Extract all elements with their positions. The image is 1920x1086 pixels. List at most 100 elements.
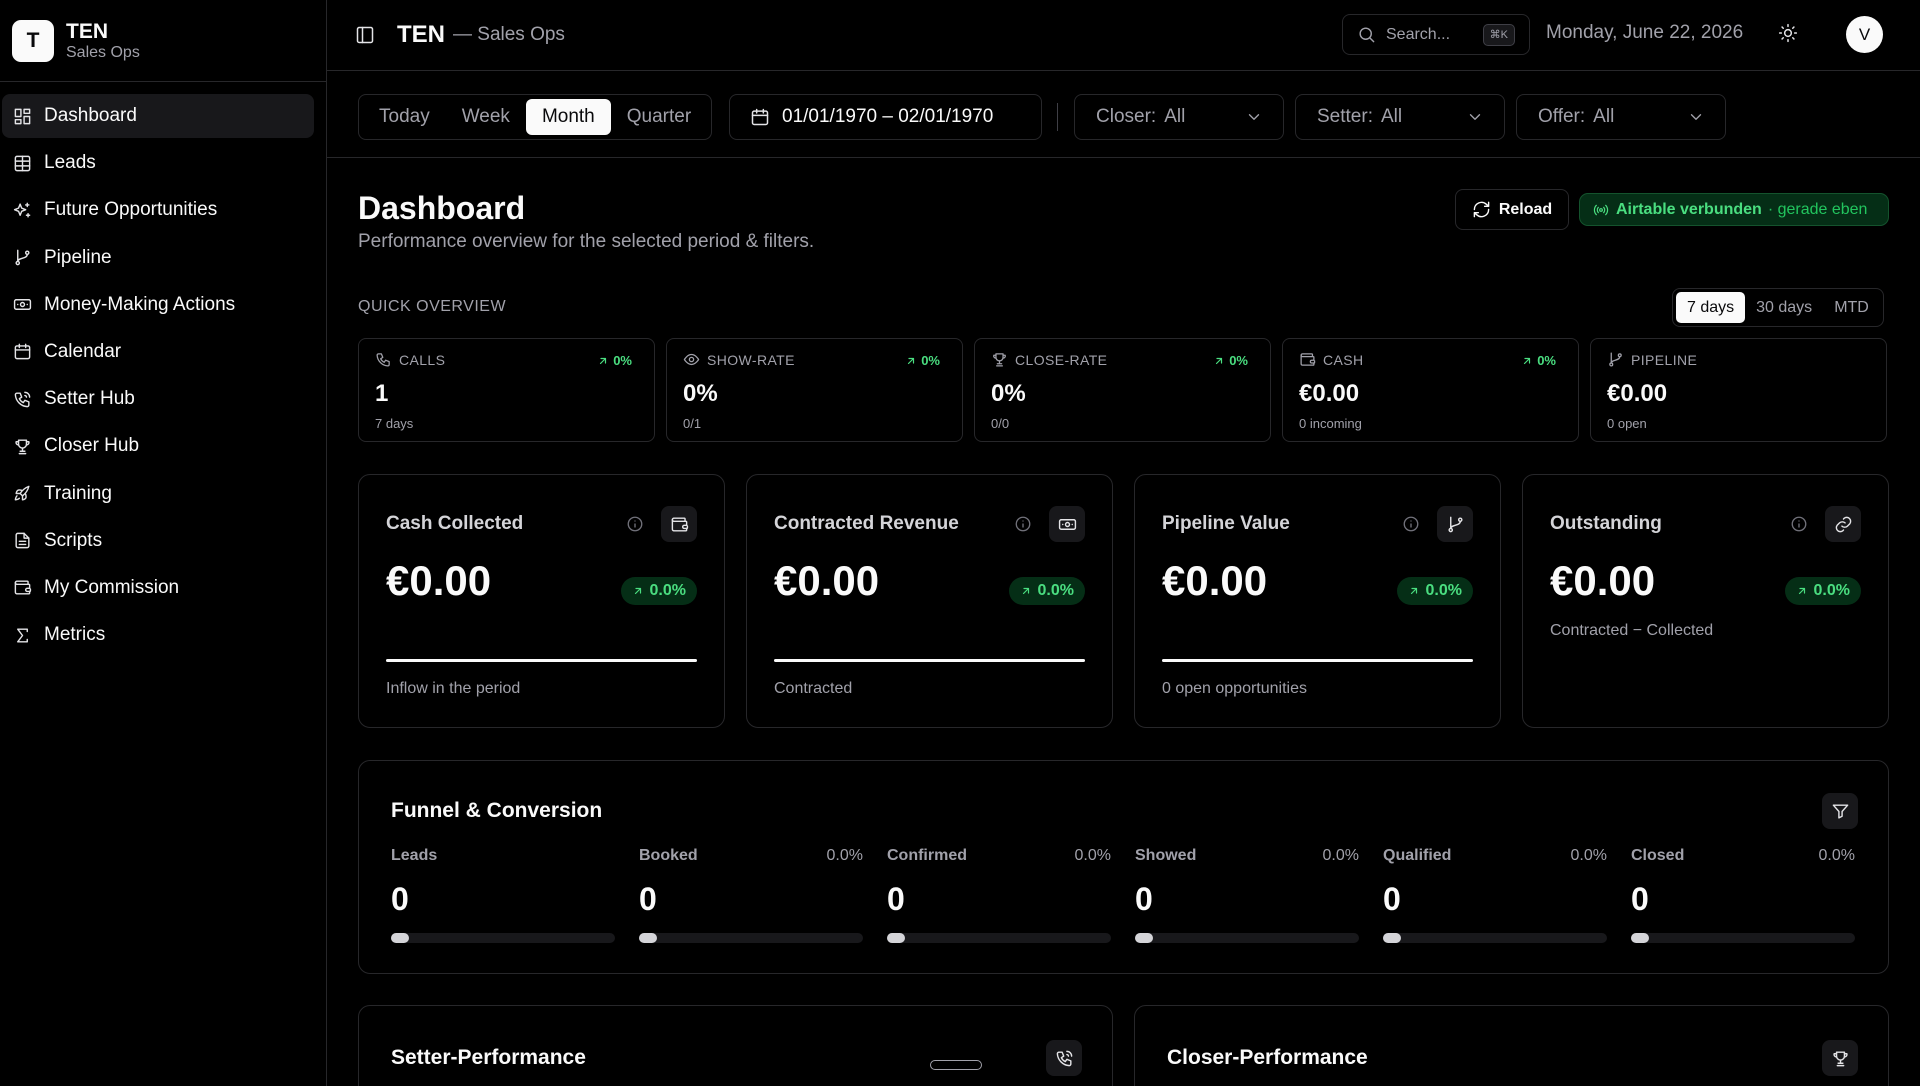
card-value: €0.00 <box>1162 557 1268 604</box>
sidebar-item-label: Leads <box>44 152 96 174</box>
app-subtitle: — Sales Ops <box>453 24 565 45</box>
sidebar-item-scripts[interactable]: Scripts <box>2 519 314 563</box>
period-today[interactable]: Today <box>363 99 446 135</box>
kpi-label: SHOW-RATE <box>707 351 795 368</box>
closer-select[interactable]: Closer: All <box>1074 94 1284 140</box>
arrow-up-right-icon <box>634 587 641 595</box>
range-mtd[interactable]: MTD <box>1823 292 1880 323</box>
arrow-up-right-icon <box>1022 587 1029 595</box>
kpi-sub: 0 open <box>1607 416 1647 431</box>
card-action-button[interactable] <box>1437 506 1473 542</box>
search-shortcut: ⌘K <box>1482 24 1515 46</box>
chevron-down-icon <box>1248 114 1260 120</box>
card-delta-badge: 0.0% <box>1784 577 1861 605</box>
info-icon[interactable] <box>1014 515 1032 533</box>
avatar[interactable]: V <box>1846 16 1883 53</box>
setter-performance-button[interactable] <box>1046 1040 1082 1076</box>
card-action-button[interactable] <box>1825 506 1861 542</box>
sidebar-item-label: Dashboard <box>44 105 137 126</box>
period-segmented-control: Today Week Month Quarter <box>358 94 713 140</box>
kpi-value: €0.00 <box>1299 380 1360 407</box>
sidebar-item-money-making-actions[interactable]: Money-Making Actions <box>2 283 314 327</box>
kpi-delta-value: 0% <box>1229 353 1248 368</box>
range-7-days[interactable]: 7 days <box>1676 292 1746 323</box>
card-title: Contracted Revenue <box>774 513 959 534</box>
funnel-stages: Leads 0 Booked 0.0% 0 Confirmed 0.0% 0 S… <box>391 847 1855 947</box>
sidebar-toggle-button[interactable] <box>355 25 375 45</box>
kpi-pipeline[interactable]: PIPELINE €0.00 0 open <box>1590 338 1887 442</box>
kpi-close-rate[interactable]: CLOSE-RATE 0% 0% 0/0 <box>974 338 1271 442</box>
closer-select-value: All <box>1164 106 1186 127</box>
sidebar: T TEN Sales Ops Dashboard Leads Future O… <box>0 0 327 1086</box>
layout-dashboard-icon <box>14 108 31 124</box>
kpi-sub: 7 days <box>375 416 414 431</box>
stage-bar-track <box>1631 933 1855 943</box>
kpi-delta-value: 0% <box>613 353 632 368</box>
card-footer: Contracted − Collected <box>1550 622 1714 639</box>
metric-cards: Cash Collected €0.00 0.0% Inflow in the … <box>358 474 1889 728</box>
card-action-button[interactable] <box>1049 506 1085 542</box>
setter-select-value: All <box>1380 106 1403 127</box>
kpi-show-rate[interactable]: SHOW-RATE 0% 0% 0/1 <box>666 338 963 442</box>
card-footer: Inflow in the period <box>386 680 521 697</box>
sidebar-item-my-commission[interactable]: My Commission <box>2 566 314 610</box>
stage-value: 0 <box>639 881 657 917</box>
offer-select[interactable]: Offer: All <box>1516 94 1726 140</box>
kpi-label: CALLS <box>399 351 446 368</box>
stage-value: 0 <box>1631 881 1649 917</box>
stage-bar-fill <box>1135 933 1153 943</box>
sidebar-item-closer-hub[interactable]: Closer Hub <box>2 424 314 468</box>
sidebar-item-label: Metrics <box>44 624 106 646</box>
funnel-filter-button[interactable] <box>1822 793 1858 829</box>
sidebar-item-pipeline[interactable]: Pipeline <box>2 236 314 280</box>
card-action-button[interactable] <box>661 506 697 542</box>
range-30-days[interactable]: 30 days <box>1745 292 1823 323</box>
period-week[interactable]: Week <box>446 99 526 135</box>
setter-select[interactable]: Setter: All <box>1295 94 1505 140</box>
period-month[interactable]: Month <box>525 99 611 135</box>
closer-performance-button[interactable] <box>1822 1040 1858 1076</box>
wallet-icon <box>1300 353 1316 366</box>
kpi-calls[interactable]: CALLS 0% 1 7 days <box>358 338 655 442</box>
kpi-delta: 0% <box>1521 353 1556 368</box>
card-pipeline-value: Pipeline Value €0.00 0.0% 0 open opportu… <box>1134 474 1501 728</box>
chevron-down-icon <box>1469 114 1481 120</box>
current-date: Monday, June 22, 2026 <box>1546 22 1744 43</box>
info-icon[interactable] <box>626 515 644 533</box>
trophy-icon <box>15 439 30 455</box>
card-contracted-revenue: Contracted Revenue €0.00 0.0% Contracted <box>746 474 1113 728</box>
calendar-icon <box>14 344 31 360</box>
funnel-panel: Funnel & Conversion Leads 0 Booked 0.0% … <box>358 760 1889 974</box>
kpi-row: CALLS 0% 1 7 days SHOW-RATE 0% 0% 0/1 CL… <box>358 338 1887 442</box>
sidebar-nav: Dashboard Leads Future Opportunities Pip… <box>0 82 326 657</box>
info-icon[interactable] <box>1790 515 1808 533</box>
card-title: Outstanding <box>1550 513 1662 534</box>
setter-select-label: Setter: <box>1317 106 1373 127</box>
sidebar-item-leads[interactable]: Leads <box>2 141 314 185</box>
sidebar-item-metrics[interactable]: Metrics <box>2 613 314 657</box>
kpi-value: 0% <box>991 380 1026 407</box>
reload-button[interactable]: Reload <box>1455 189 1569 230</box>
period-quarter[interactable]: Quarter <box>611 99 707 135</box>
sidebar-item-future-opportunities[interactable]: Future Opportunities <box>2 188 314 232</box>
brand[interactable]: T TEN Sales Ops <box>0 0 326 82</box>
sidebar-item-training[interactable]: Training <box>2 472 314 516</box>
sidebar-item-dashboard[interactable]: Dashboard <box>2 94 314 138</box>
theme-toggle-button[interactable] <box>1778 23 1798 43</box>
card-title: Cash Collected <box>386 513 524 534</box>
card-title: Pipeline Value <box>1162 513 1290 534</box>
sidebar-item-calendar[interactable]: Calendar <box>2 330 314 374</box>
search-input[interactable]: Search... ⌘K <box>1342 14 1530 55</box>
kpi-cash[interactable]: CASH 0% €0.00 0 incoming <box>1282 338 1579 442</box>
funnel-stage-confirmed: Confirmed 0.0% 0 <box>887 847 1111 947</box>
sidebar-item-label: Future Opportunities <box>44 199 218 221</box>
kpi-label: PIPELINE <box>1631 351 1698 368</box>
info-icon[interactable] <box>1402 515 1420 533</box>
date-range-picker[interactable]: 01/01/1970 – 02/01/1970 <box>729 94 1042 140</box>
search-placeholder: Search... <box>1386 25 1451 43</box>
toggle-pill[interactable] <box>930 1060 982 1070</box>
card-outstanding: Outstanding €0.00 0.0% Contracted − Coll… <box>1522 474 1889 728</box>
status-badge: Airtable verbunden · gerade eben <box>1579 193 1889 226</box>
card-delta-value: 0.0% <box>649 582 686 599</box>
sidebar-item-setter-hub[interactable]: Setter Hub <box>2 377 314 421</box>
